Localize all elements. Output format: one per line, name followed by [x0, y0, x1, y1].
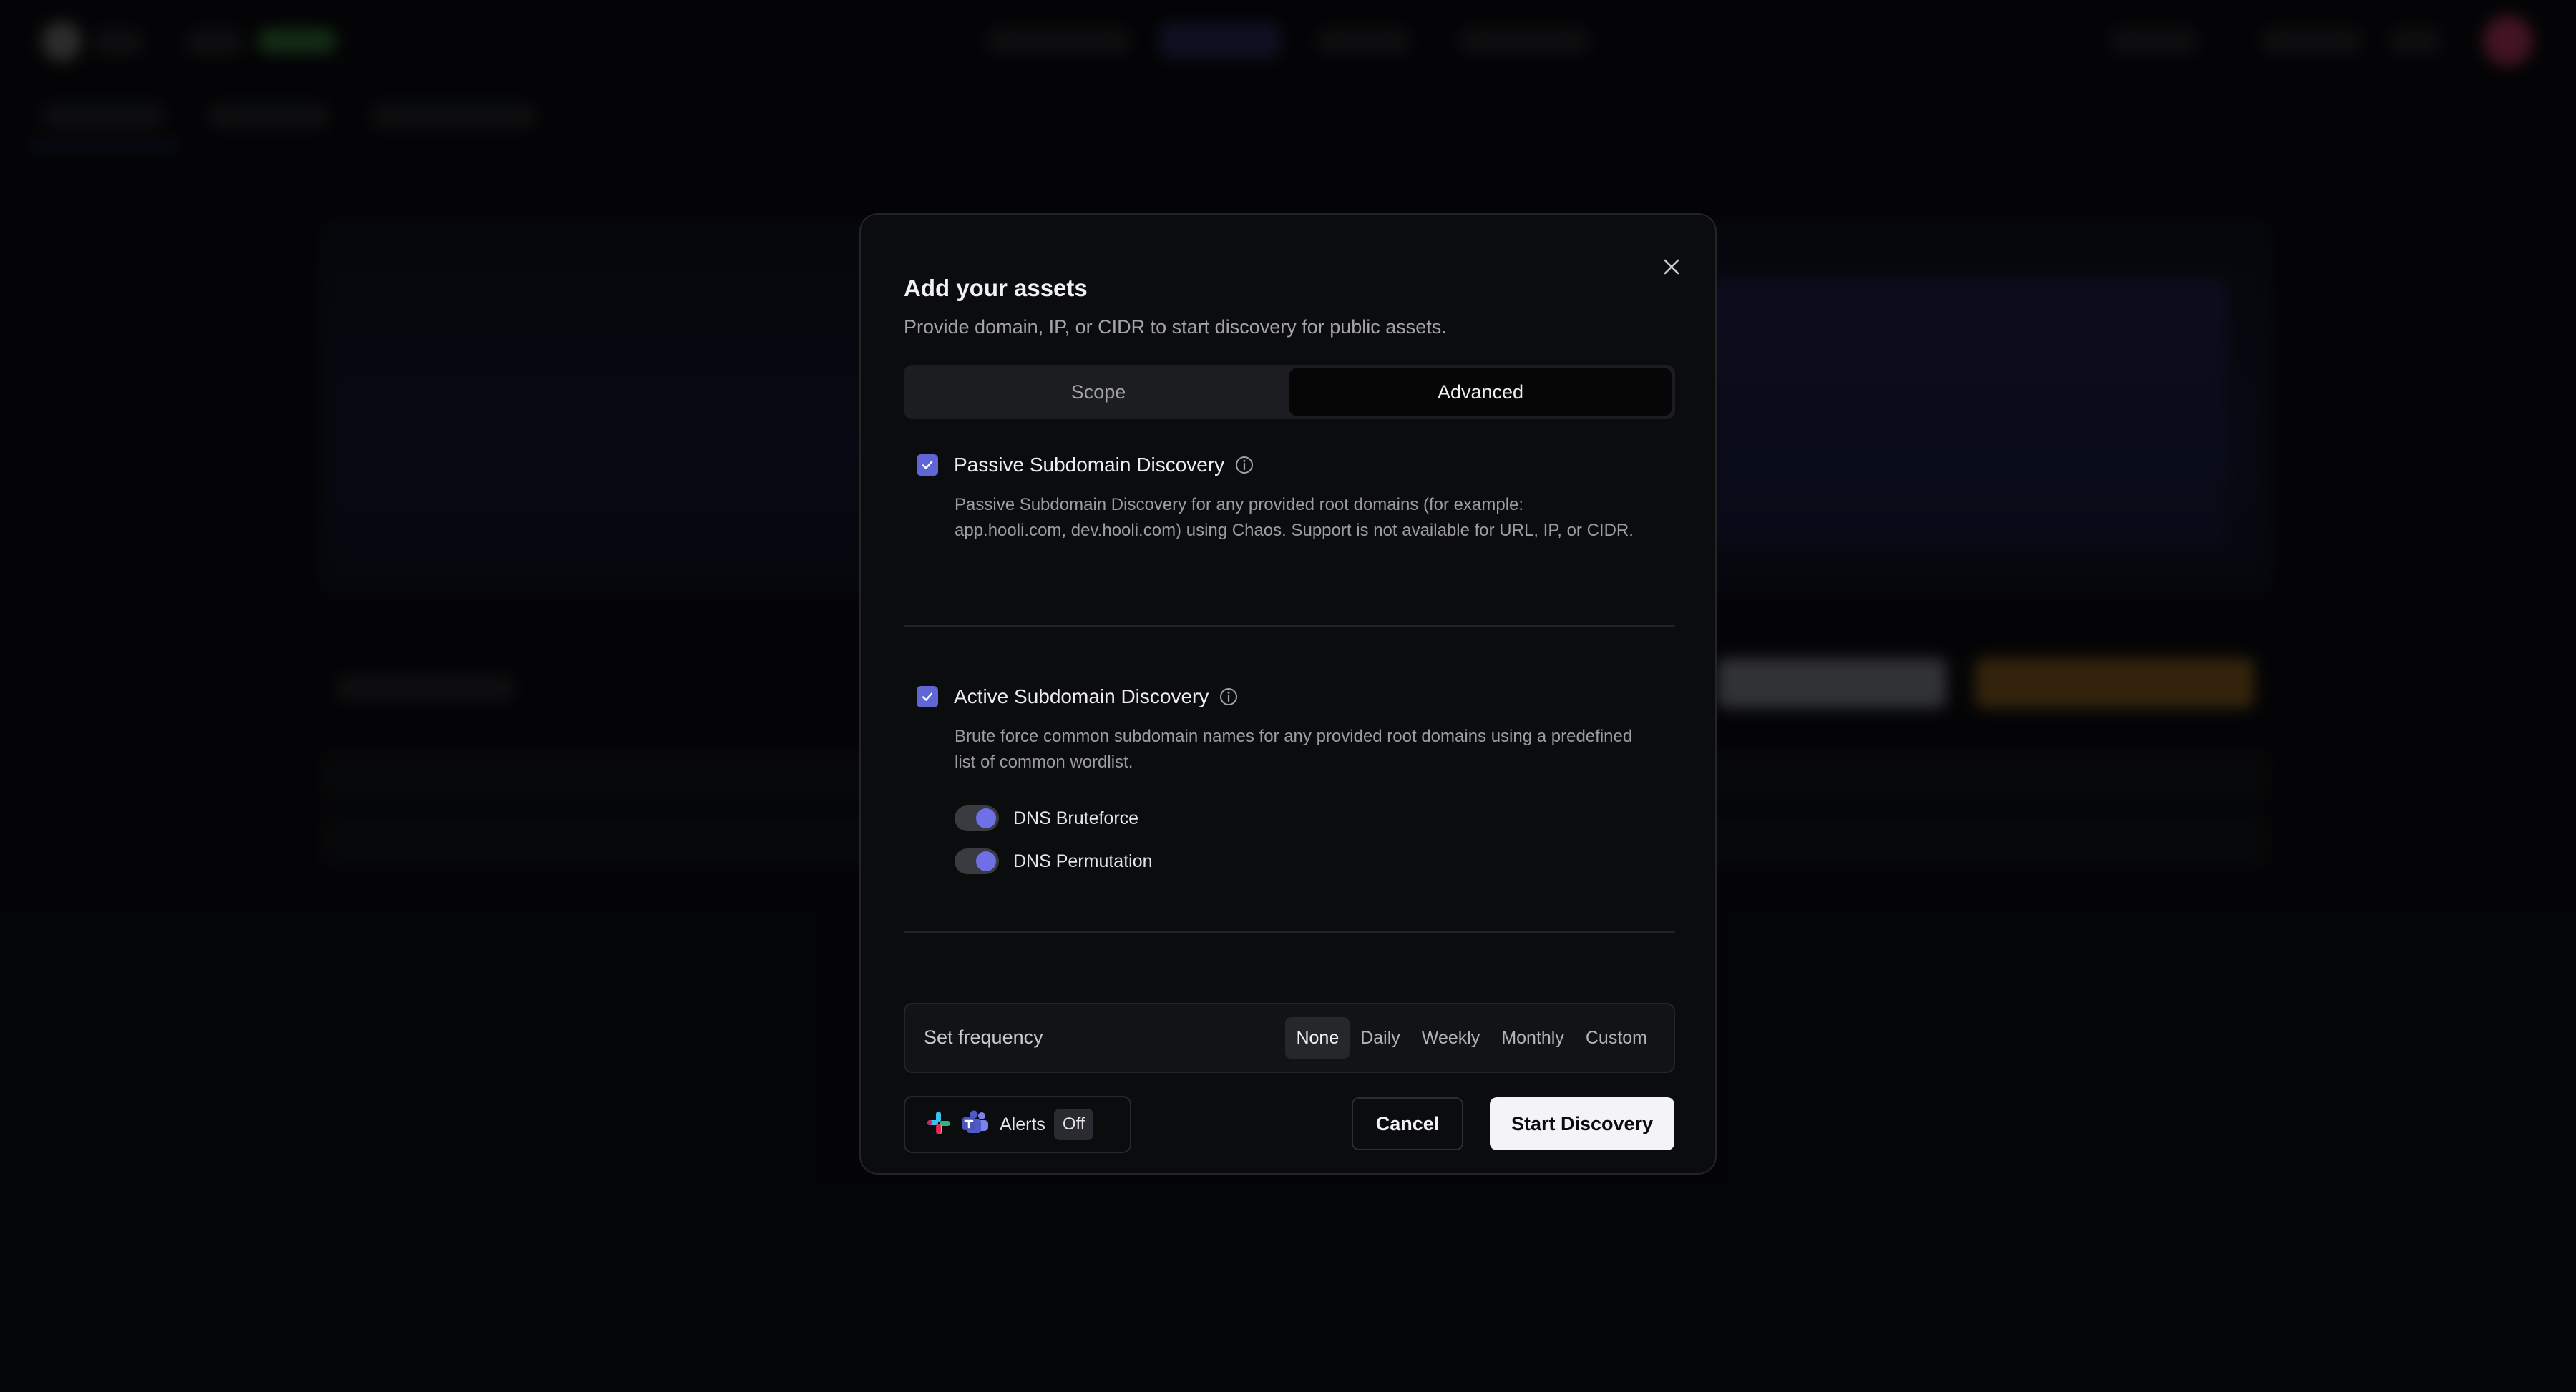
dialog-title: Add your assets	[904, 275, 1088, 301]
frequency-label: Set frequency	[924, 1026, 1043, 1048]
frequency-option-custom[interactable]: Custom	[1575, 1017, 1658, 1059]
close-button[interactable]	[1655, 252, 1688, 285]
passive-discovery-checkbox[interactable]	[917, 454, 938, 476]
frequency-option-weekly[interactable]: Weekly	[1411, 1017, 1491, 1059]
passive-discovery-description: Passive Subdomain Discovery for any prov…	[955, 495, 1634, 540]
active-discovery-description: Brute force common subdomain names for a…	[955, 727, 1633, 772]
cancel-button[interactable]: Cancel	[1352, 1097, 1463, 1150]
teams-icon	[961, 1109, 990, 1140]
passive-discovery-label: Passive Subdomain Discovery	[954, 454, 1225, 476]
frequency-option-none[interactable]: None	[1285, 1017, 1350, 1059]
start-discovery-button[interactable]: Start Discovery	[1490, 1097, 1674, 1150]
check-icon	[922, 692, 933, 701]
active-discovery-option: Active Subdomain Discovery Brute force c…	[917, 682, 1661, 775]
mode-tabs: Scope Advanced	[904, 365, 1675, 419]
dns-bruteforce-label: DNS Bruteforce	[1013, 808, 1139, 828]
dns-bruteforce-toggle[interactable]	[955, 805, 999, 831]
divider	[904, 625, 1675, 627]
tab-scope[interactable]: Scope	[907, 368, 1289, 416]
dns-bruteforce-toggle-row[interactable]: DNS Bruteforce	[955, 805, 1138, 831]
frequency-options: None Daily Weekly Monthly Custom	[1285, 1017, 1658, 1059]
tab-advanced[interactable]: Advanced	[1289, 368, 1672, 416]
add-assets-dialog: Add your assets Provide domain, IP, or C…	[859, 213, 1717, 1175]
frequency-option-daily[interactable]: Daily	[1350, 1017, 1411, 1059]
dialog-subtitle: Provide domain, IP, or CIDR to start dis…	[904, 316, 1447, 338]
frequency-selector: Set frequency None Daily Weekly Monthly …	[904, 1003, 1675, 1073]
alerts-status-badge: Off	[1053, 1109, 1094, 1140]
dns-permutation-toggle[interactable]	[955, 848, 999, 874]
active-discovery-label: Active Subdomain Discovery	[954, 685, 1209, 707]
check-icon	[922, 461, 933, 469]
info-icon[interactable]	[1219, 687, 1239, 707]
slack-icon	[925, 1109, 952, 1140]
passive-discovery-option: Passive Subdomain Discovery Passive Subd…	[917, 451, 1661, 544]
divider	[904, 931, 1675, 933]
dns-permutation-toggle-row[interactable]: DNS Permutation	[955, 848, 1153, 874]
info-icon[interactable]	[1234, 455, 1254, 475]
alerts-button[interactable]: Alerts Off	[904, 1096, 1131, 1153]
active-discovery-checkbox[interactable]	[917, 686, 938, 707]
close-icon	[1662, 258, 1681, 280]
dns-permutation-label: DNS Permutation	[1013, 851, 1153, 871]
frequency-option-monthly[interactable]: Monthly	[1491, 1017, 1575, 1059]
alerts-label: Alerts	[1000, 1114, 1045, 1134]
